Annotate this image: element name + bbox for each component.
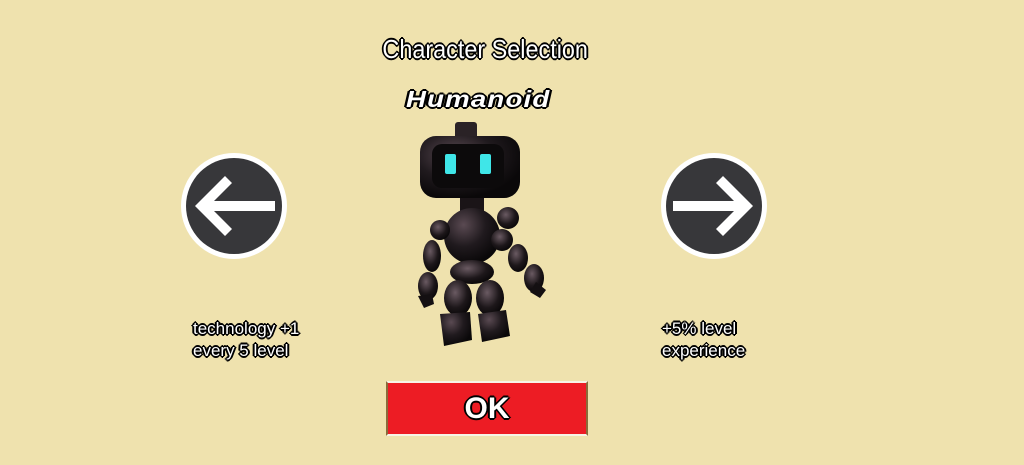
arrow-left-icon: [195, 176, 275, 236]
next-character-button[interactable]: [661, 153, 767, 259]
humanoid-robot-portrait: [418, 122, 546, 346]
left-bonus-text: technology +1 every 5 level: [193, 319, 300, 360]
arrow-right-icon: [673, 176, 753, 236]
previous-character-button[interactable]: [181, 153, 287, 259]
character-name: Humanoid: [405, 86, 551, 112]
ok-button[interactable]: OK: [386, 381, 588, 436]
right-bonus-text: +5% level experience: [662, 319, 746, 360]
screen-title: Character Selection: [382, 34, 588, 64]
